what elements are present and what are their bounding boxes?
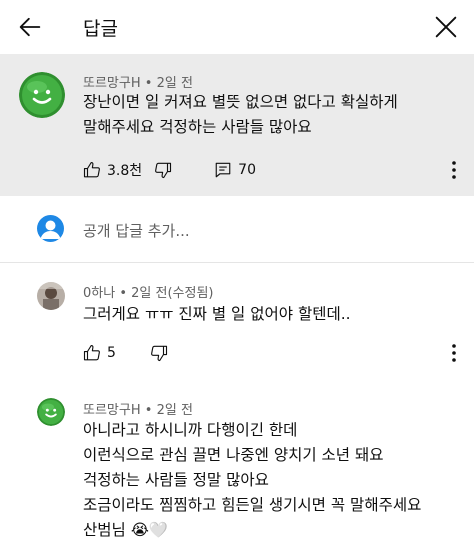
meta-separator: • [144,76,157,91]
add-reply-input[interactable]: 공개 답글 추가... [83,220,190,241]
comment-line: 그러게요 ㅠㅠ 진짜 별 일 없어야 할텐데.. [83,305,351,323]
comment-body: 아니라고 하시니까 다행이긴 한데 이런식으로 관심 끌면 나중엔 양치기 소년… [83,418,421,543]
comment-actions: 5 [83,341,168,365]
page-title: 답글 [83,18,118,40]
user-avatar [37,215,64,242]
author-name[interactable]: 0하나 [83,286,115,301]
avatar[interactable] [37,398,65,426]
thumbs-up-icon[interactable] [83,161,101,179]
photo-avatar-icon [37,282,65,310]
smiley-avatar-icon [19,72,65,118]
meta-separator: • [119,286,132,301]
comment-time: 2일 전 [156,76,193,91]
comment-line: 장난이면 일 커져요 별뜻 없으면 없다고 확실하게 [83,93,398,111]
smiley-avatar-icon [37,398,65,426]
comment-body: 그러게요 ㅠㅠ 진짜 별 일 없어야 할텐데.. [83,302,351,327]
comment-body: 장난이면 일 커져요 별뜻 없으면 없다고 확실하게 말해주세요 걱정하는 사람… [83,90,398,140]
reply-count[interactable]: 70 [238,162,256,178]
comment-meta: 또르망구H • 2일 전 [83,399,193,418]
thumbs-down-icon[interactable] [154,161,172,179]
comment-line: 산범님 😭🤍 [83,521,169,539]
add-reply-row[interactable]: 공개 답글 추가... [0,196,474,260]
comment-time: 2일 전(수정됨) [131,286,214,301]
comment-meta: 0하나 • 2일 전(수정됨) [83,282,214,301]
comment-time: 2일 전 [156,403,193,418]
author-name[interactable]: 또르망구H [83,76,141,91]
author-name[interactable]: 또르망구H [83,403,141,418]
parent-comment: 또르망구H • 2일 전 장난이면 일 커져요 별뜻 없으면 없다고 확실하게 … [0,54,474,196]
comment-line: 아니라고 하시니까 다행이긴 한데 [83,421,298,439]
comment-line: 조금이라도 찜찜하고 힘든일 생기시면 꼭 말해주세요 [83,496,422,514]
thumbs-up-icon[interactable] [83,344,101,362]
comment-line: 걱정하는 사람들 정말 많아요 [83,471,269,489]
close-icon[interactable] [432,13,460,41]
comment-line: 말해주세요 걱정하는 사람들 많아요 [83,118,312,136]
back-arrow-icon[interactable] [16,13,44,41]
avatar[interactable] [37,282,65,310]
meta-separator: • [144,403,157,418]
comment-actions: 3.8천 70 [83,158,256,182]
avatar[interactable] [19,72,65,118]
like-count: 5 [107,345,116,361]
thumbs-down-icon[interactable] [150,344,168,362]
reply-icon[interactable] [214,161,232,179]
like-count: 3.8천 [107,163,143,179]
divider [0,262,474,263]
comment-meta: 또르망구H • 2일 전 [83,72,193,91]
more-vert-icon[interactable] [451,160,457,180]
user-avatar-icon [40,220,61,239]
more-vert-icon[interactable] [451,343,457,363]
app-header: 답글 [0,0,474,54]
comment-line: 이런식으로 관심 끌면 나중엔 양치기 소년 돼요 [83,446,384,464]
